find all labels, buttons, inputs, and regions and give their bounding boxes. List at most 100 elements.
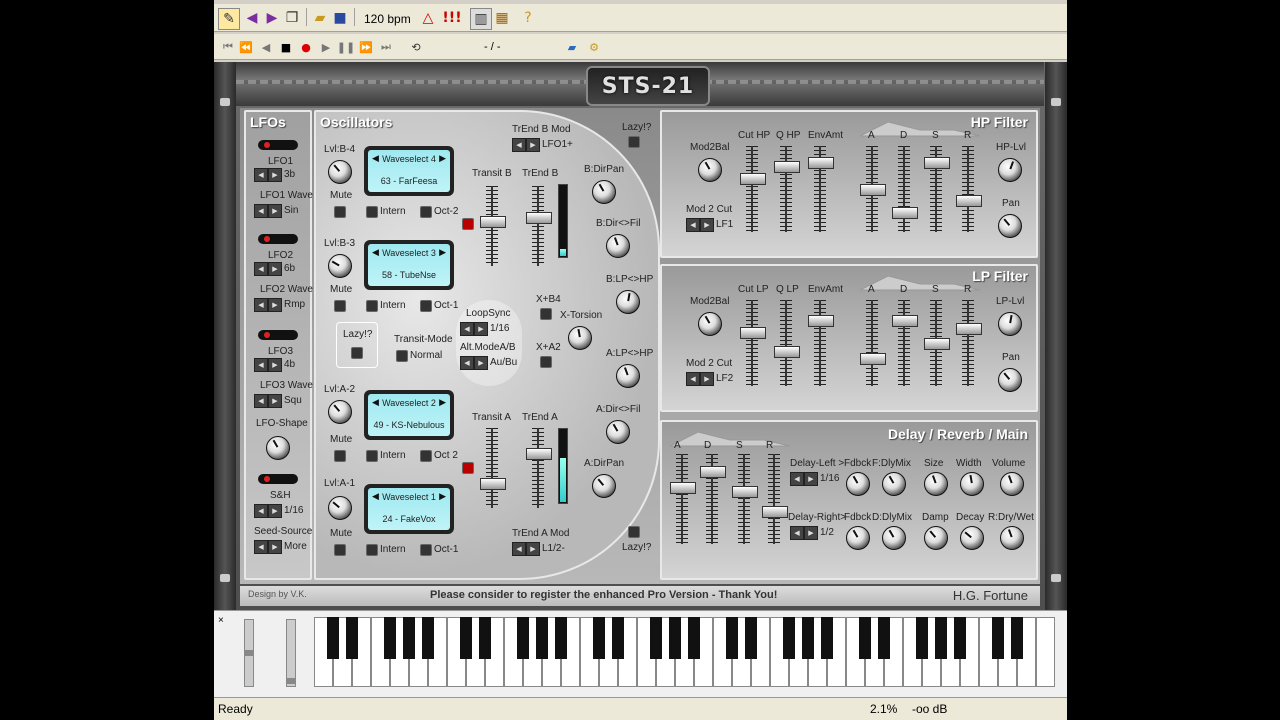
sh-prev-button[interactable]: ◀ bbox=[254, 504, 268, 518]
delay-right-prev-button[interactable]: ◀ bbox=[790, 526, 804, 540]
decay-knob[interactable] bbox=[960, 526, 984, 550]
lp-release-fader[interactable] bbox=[956, 300, 982, 386]
pitch-bend-slider[interactable] bbox=[244, 619, 254, 687]
fdbck-knob[interactable] bbox=[846, 472, 870, 496]
intern-a1-button[interactable] bbox=[366, 544, 378, 556]
delay-release-fader[interactable] bbox=[762, 454, 788, 544]
black-key[interactable] bbox=[916, 617, 928, 659]
delay-decay-fader[interactable] bbox=[700, 454, 726, 544]
hp-release-fader[interactable] bbox=[956, 146, 982, 232]
black-key[interactable] bbox=[422, 617, 434, 659]
lvl-b3-knob[interactable] bbox=[328, 254, 352, 278]
seed-prev-button[interactable]: ◀ bbox=[254, 540, 268, 554]
transit-mode-button[interactable] bbox=[396, 350, 408, 362]
lvl-b4-knob[interactable] bbox=[328, 160, 352, 184]
black-key[interactable] bbox=[992, 617, 1004, 659]
lfo3-prev-button[interactable]: ◀ bbox=[254, 358, 268, 372]
hp-cut-fader[interactable] bbox=[740, 146, 766, 232]
lp-pan-knob[interactable] bbox=[998, 368, 1022, 392]
volume-knob[interactable] bbox=[1000, 472, 1024, 496]
b-dirfil-knob[interactable] bbox=[606, 234, 630, 258]
black-key[interactable] bbox=[688, 617, 700, 659]
black-key[interactable] bbox=[935, 617, 947, 659]
transit-b-fader[interactable] bbox=[480, 186, 506, 266]
lp-lvl-knob[interactable] bbox=[998, 312, 1022, 336]
play-icon[interactable]: ▶ bbox=[316, 37, 336, 57]
help-icon[interactable]: ? bbox=[518, 8, 538, 28]
lp-sustain-fader[interactable] bbox=[924, 300, 950, 386]
lfo2-wave-prev-button[interactable]: ◀ bbox=[254, 298, 268, 312]
arrow-right-icon[interactable]: ▶ bbox=[439, 247, 446, 258]
forward-arrow-icon[interactable]: ▶ bbox=[262, 8, 282, 28]
pause-icon[interactable]: ❚❚ bbox=[336, 37, 356, 57]
black-key[interactable] bbox=[802, 617, 814, 659]
hp-mod2cut-next-button[interactable]: ▶ bbox=[700, 218, 714, 232]
delay-attack-fader[interactable] bbox=[670, 454, 696, 544]
black-key[interactable] bbox=[384, 617, 396, 659]
oct-b4-button[interactable] bbox=[420, 206, 432, 218]
metronome-icon[interactable]: △ bbox=[418, 8, 438, 28]
midi-icon[interactable]: ▦ bbox=[492, 8, 512, 28]
black-key[interactable] bbox=[517, 617, 529, 659]
altmode-prev-button[interactable]: ◀ bbox=[460, 356, 474, 370]
register-notice[interactable]: Please consider to register the enhanced… bbox=[430, 589, 777, 601]
a-dirpan-knob[interactable] bbox=[592, 474, 616, 498]
black-key[interactable] bbox=[821, 617, 833, 659]
waveselect-4-display[interactable]: ◀ Waveselect 4 ▶ 63 - FarFeesa bbox=[364, 146, 454, 196]
mute-a2-button[interactable] bbox=[334, 450, 346, 462]
lazy-button[interactable] bbox=[351, 347, 363, 359]
black-key[interactable] bbox=[346, 617, 358, 659]
edit-icon[interactable]: ✎ bbox=[218, 8, 240, 30]
bpm-display[interactable]: 120 bpm bbox=[364, 12, 411, 26]
mute-b4-button[interactable] bbox=[334, 206, 346, 218]
width-knob[interactable] bbox=[960, 472, 984, 496]
black-key[interactable] bbox=[555, 617, 567, 659]
arrow-right-icon[interactable]: ▶ bbox=[439, 397, 446, 408]
black-key[interactable] bbox=[1011, 617, 1023, 659]
x-a2-button[interactable] bbox=[540, 356, 552, 368]
f-dlymix-knob[interactable] bbox=[882, 472, 906, 496]
settings-icon[interactable]: ⚙ bbox=[584, 37, 604, 57]
black-key[interactable] bbox=[593, 617, 605, 659]
lfo3-wave-next-button[interactable]: ▶ bbox=[268, 394, 282, 408]
oct-a1-button[interactable] bbox=[420, 544, 432, 556]
trend-a-mod-next-button[interactable]: ▶ bbox=[526, 542, 540, 556]
lp-mod2cut-next-button[interactable]: ▶ bbox=[700, 372, 714, 386]
b-dirpan-knob[interactable] bbox=[592, 180, 616, 204]
copy-icon[interactable]: ❐ bbox=[282, 8, 302, 28]
lazy-bottom-button[interactable] bbox=[628, 526, 640, 538]
black-key[interactable] bbox=[859, 617, 871, 659]
delay-sustain-fader[interactable] bbox=[732, 454, 758, 544]
a-lphp-knob[interactable] bbox=[616, 364, 640, 388]
arrow-right-icon[interactable]: ▶ bbox=[439, 491, 446, 502]
trend-a-fader[interactable] bbox=[526, 428, 552, 508]
fdbck2-knob[interactable] bbox=[846, 526, 870, 550]
black-key[interactable] bbox=[479, 617, 491, 659]
black-key[interactable] bbox=[650, 617, 662, 659]
lfo1-next-button[interactable]: ▶ bbox=[268, 168, 282, 182]
black-key[interactable] bbox=[460, 617, 472, 659]
a-dirfil-knob[interactable] bbox=[606, 420, 630, 444]
hp-mod2bal-knob[interactable] bbox=[698, 158, 722, 182]
open-folder-icon[interactable]: ▰ bbox=[310, 8, 330, 28]
white-key[interactable] bbox=[1036, 617, 1055, 687]
mute-b3-button[interactable] bbox=[334, 300, 346, 312]
lazy-top-button[interactable] bbox=[628, 136, 640, 148]
waveselect-1-display[interactable]: ◀ Waveselect 1 ▶ 24 - FakeVox bbox=[364, 484, 454, 534]
back-arrow-icon[interactable]: ◀ bbox=[242, 8, 262, 28]
lfo-shape-knob[interactable] bbox=[266, 436, 290, 460]
delay-left-next-button[interactable]: ▶ bbox=[804, 472, 818, 486]
x-torsion-knob[interactable] bbox=[568, 326, 592, 350]
lp-q-fader[interactable] bbox=[774, 300, 800, 386]
x-b4-button[interactable] bbox=[540, 308, 552, 320]
black-key[interactable] bbox=[669, 617, 681, 659]
black-key[interactable] bbox=[954, 617, 966, 659]
oct-b3-button[interactable] bbox=[420, 300, 432, 312]
hp-q-fader[interactable] bbox=[774, 146, 800, 232]
lp-cut-fader[interactable] bbox=[740, 300, 766, 386]
skip-end-icon[interactable]: ⏭ bbox=[376, 37, 396, 57]
connector-a-button[interactable] bbox=[462, 462, 474, 474]
close-keyboard-icon[interactable]: × bbox=[218, 615, 224, 626]
black-key[interactable] bbox=[403, 617, 415, 659]
b-lphp-knob[interactable] bbox=[616, 290, 640, 314]
